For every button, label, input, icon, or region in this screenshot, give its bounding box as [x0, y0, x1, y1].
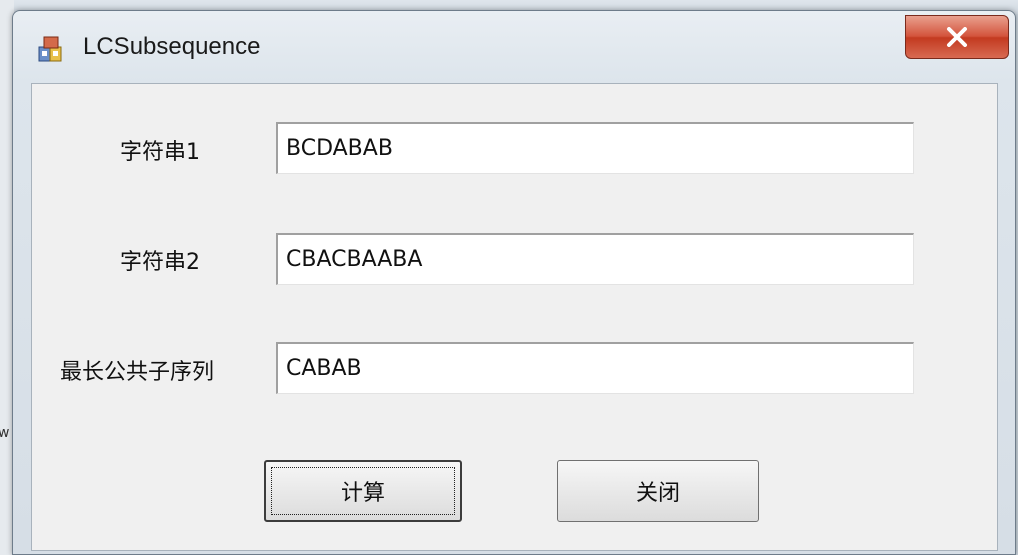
focus-indicator	[271, 467, 455, 515]
close-button-label: 关闭	[635, 481, 680, 506]
lcs-label: 最长公共子序列	[60, 360, 215, 385]
dialog-client-area: 字符串1 字符串2 最长公共子序列 计算 关闭	[31, 83, 998, 551]
string2-label: 字符串2	[120, 250, 200, 275]
string2-input[interactable]	[276, 233, 914, 285]
background-text: w	[0, 425, 10, 441]
dialog-window: LCSubsequence 字符串1 字符串2 最长公共子序列 计算 关闭	[12, 10, 1016, 555]
close-window-button[interactable]	[905, 15, 1009, 59]
string1-input[interactable]	[276, 122, 914, 174]
string1-label: 字符串1	[120, 140, 200, 165]
lcs-result-field[interactable]	[276, 342, 914, 394]
compute-button[interactable]: 计算	[264, 460, 462, 522]
close-button[interactable]: 关闭	[557, 460, 759, 522]
application-icon	[35, 33, 67, 65]
close-icon	[946, 27, 968, 47]
window-title: LCSubsequence	[83, 33, 261, 60]
title-bar[interactable]: LCSubsequence	[13, 11, 1015, 83]
